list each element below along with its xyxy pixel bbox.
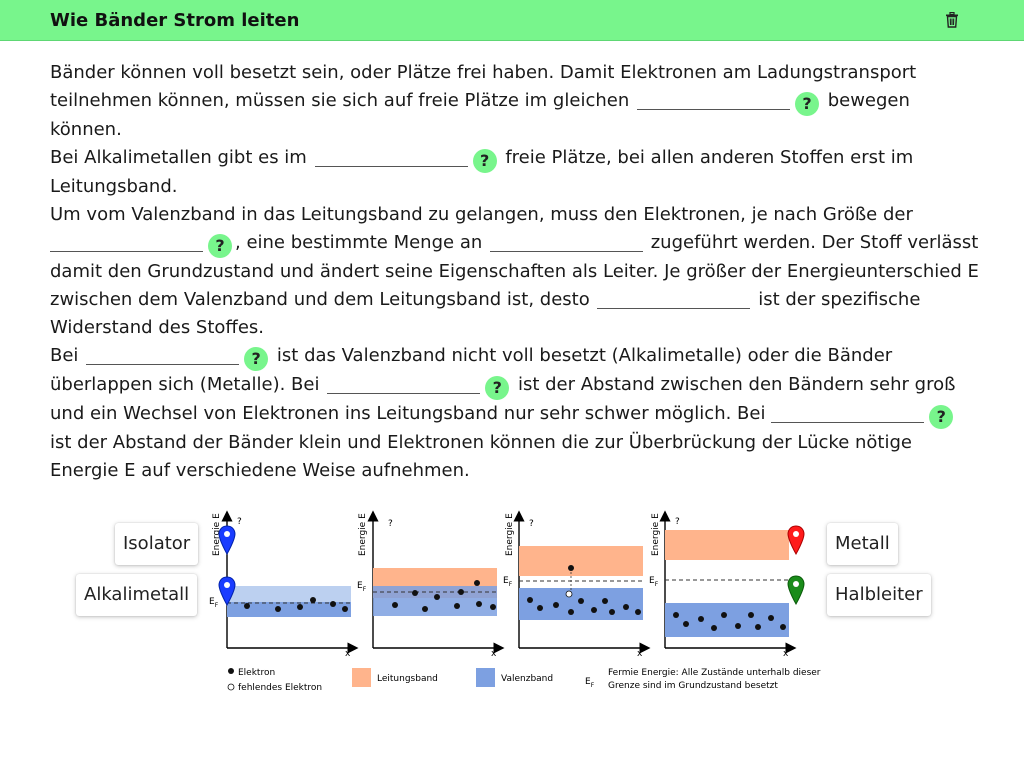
x-axis-label: x	[345, 649, 351, 659]
blank-field-6[interactable]	[86, 343, 240, 365]
text-segment: ist der Abstand der Bänder klein und Ele…	[50, 432, 912, 481]
blank-field-8[interactable]	[771, 401, 925, 423]
panel-halbleiter: Energie E ? x EF	[503, 510, 651, 659]
blank-field-2[interactable]	[314, 145, 468, 167]
label-alkalimetall[interactable]: Alkalimetall	[76, 574, 198, 616]
ef-subscript: F	[509, 581, 513, 588]
blank-field-5[interactable]	[597, 287, 751, 309]
hint-button[interactable]: ?	[485, 376, 510, 400]
svg-text:EF: EF	[585, 677, 595, 689]
pin-isolator-marker[interactable]	[218, 525, 236, 555]
blank-field-3[interactable]	[50, 230, 203, 252]
legend-elektron: Elektron	[238, 668, 275, 678]
trash-icon[interactable]	[941, 9, 963, 31]
page-title: Wie Bänder Strom leiten	[50, 10, 300, 31]
legend-fehlend: fehlendes Elektron	[238, 683, 322, 693]
hint-button[interactable]: ?	[794, 92, 819, 116]
paragraph-1: Bänder können voll besetzt sein, oder Pl…	[50, 59, 980, 144]
blank-field-4[interactable]	[490, 230, 643, 252]
energy-axis-label: Energie E	[505, 513, 515, 556]
question-label: ?	[675, 517, 680, 527]
energy-axis-label: Energie E	[358, 513, 368, 556]
svg-text:EF: EF	[649, 576, 659, 588]
band-diagram: Energie E ? x EF Energie E ? x EF Energi…	[209, 510, 821, 693]
legend-fermi-1: Fermie Energie: Alle Zustände unterhalb …	[608, 668, 821, 678]
cloze-text: Bänder können voll besetzt sein, oder Pl…	[50, 59, 980, 485]
diagram-legend: Elektron fehlendes Elektron Leitungsband…	[227, 668, 821, 693]
ef-subscript: F	[655, 581, 659, 588]
paragraph-3: Um vom Valenzband in das Leitungsband zu…	[50, 201, 980, 342]
paragraph-4: Bei ? ist das Valenzband nicht voll bese…	[50, 342, 980, 485]
hint-button[interactable]: ?	[244, 347, 269, 371]
text-segment: , eine bestimmte Menge an	[235, 232, 483, 253]
label-halbleiter[interactable]: Halbleiter	[827, 574, 931, 616]
blank-field-7[interactable]	[327, 372, 481, 394]
legend-fermi-2: Grenze sind im Grundzustand besetzt	[608, 681, 778, 691]
panel-metall: Energie E ? x EF	[357, 510, 505, 659]
svg-text:EF: EF	[357, 581, 367, 593]
header-bar: Wie Bänder Strom leiten	[0, 0, 1024, 41]
text-segment: Bei	[50, 345, 79, 366]
blank-field-1[interactable]	[636, 88, 790, 110]
ef-subscript: F	[363, 586, 367, 593]
legend-valenzband: Valenzband	[501, 674, 553, 684]
svg-text:EF: EF	[503, 576, 513, 588]
hint-button[interactable]: ?	[929, 405, 954, 429]
x-axis-label: x	[491, 649, 497, 659]
hint-button[interactable]: ?	[208, 234, 232, 258]
pin-alkalimetall-marker[interactable]	[218, 576, 236, 606]
x-axis-label: x	[637, 649, 643, 659]
pin-halbleiter-marker[interactable]	[787, 575, 805, 605]
question-label: ?	[237, 517, 242, 527]
text-segment: Bei Alkalimetallen gibt es im	[50, 147, 307, 168]
hint-button[interactable]: ?	[472, 149, 497, 173]
x-axis-label: x	[783, 649, 789, 659]
legend-ef-subscript: F	[591, 682, 595, 689]
label-isolator[interactable]: Isolator	[115, 523, 199, 565]
question-label: ?	[529, 519, 534, 529]
pin-metall-marker[interactable]	[787, 525, 805, 555]
label-metall[interactable]: Metall	[827, 523, 898, 565]
legend-leitungsband: Leitungsband	[377, 674, 438, 684]
energy-axis-label: Energie E	[651, 513, 661, 556]
text-segment: Um vom Valenzband in das Leitungsband zu…	[50, 204, 913, 225]
panel-isolator: Energie E ? x EF	[649, 510, 797, 659]
question-label: ?	[388, 519, 393, 529]
paragraph-2: Bei Alkalimetallen gibt es im ? freie Pl…	[50, 144, 980, 201]
